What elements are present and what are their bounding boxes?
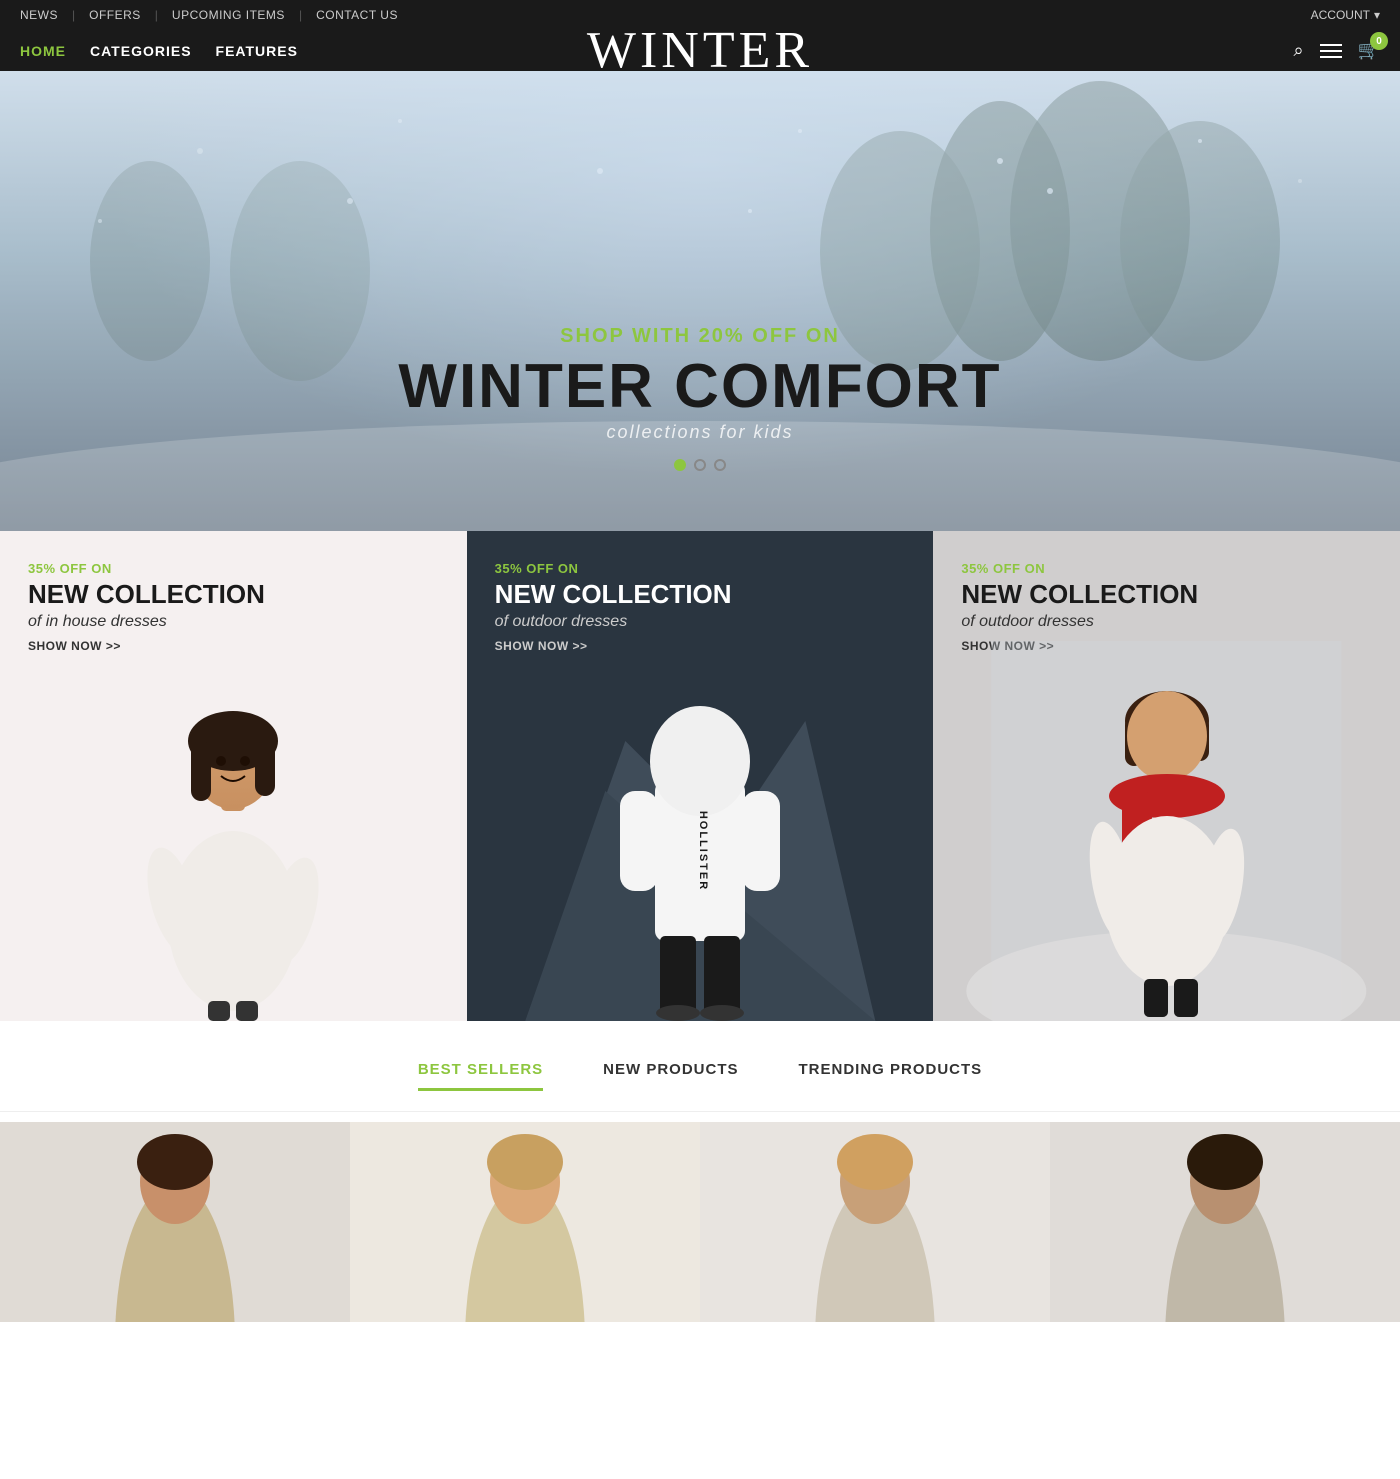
divider-2: | xyxy=(153,8,160,22)
product-item-2[interactable] xyxy=(350,1122,700,1322)
product-grid xyxy=(0,1112,1400,1332)
hero-banner: SHOP WITH 20% OFF ON WINTER COMFORT coll… xyxy=(0,71,1400,531)
nav-categories[interactable]: CATEGORIES xyxy=(90,43,192,59)
promo-subtitle-2: of outdoor dresses xyxy=(495,613,906,631)
promo-subtitle-1: of in house dresses xyxy=(28,613,439,631)
hamburger-line-1 xyxy=(1320,44,1342,46)
hero-dots xyxy=(398,459,1001,471)
hero-content: SHOP WITH 20% OFF ON WINTER COMFORT coll… xyxy=(398,325,1001,471)
hero-dot-3[interactable] xyxy=(714,459,726,471)
product-img-2 xyxy=(350,1122,700,1322)
promo-card-2: 35% OFF ON NEW COLLECTION of outdoor dre… xyxy=(467,531,934,1021)
promo-section: 35% OFF ON NEW COLLECTION of in house dr… xyxy=(0,531,1400,1021)
account-menu[interactable]: ACCOUNT ▾ xyxy=(1311,8,1380,22)
nav-upcoming[interactable]: UPCOMING ITEMS xyxy=(160,8,297,22)
promo-title-2: NEW COLLECTION xyxy=(495,580,906,609)
promo-tag-1: 35% OFF ON xyxy=(28,561,439,576)
product-item-3[interactable] xyxy=(700,1122,1050,1322)
product-img-1 xyxy=(0,1122,350,1322)
product-img-4 xyxy=(1050,1122,1400,1322)
promo-link-1[interactable]: SHOW NOW >> xyxy=(28,639,439,653)
header: HOME CATEGORIES FEATURES WINTER ⌕ 🛒 0 xyxy=(0,30,1400,71)
header-actions: ⌕ 🛒 0 xyxy=(1293,40,1380,61)
tab-new-products[interactable]: NEW PRODUCTS xyxy=(603,1061,738,1091)
main-nav: HOME CATEGORIES FEATURES xyxy=(20,43,298,59)
promo-image-1 xyxy=(113,661,353,1021)
cart-button[interactable]: 🛒 0 xyxy=(1358,40,1380,61)
chevron-down-icon: ▾ xyxy=(1374,8,1380,22)
menu-button[interactable] xyxy=(1320,44,1342,58)
promo-image-3 xyxy=(1062,661,1272,1021)
tab-best-sellers[interactable]: BEST SELLERS xyxy=(418,1061,543,1091)
hero-description: collections for kids xyxy=(398,422,1001,443)
search-icon: ⌕ xyxy=(1293,40,1303,60)
promo-image-2: HOLLISTER xyxy=(600,651,800,1021)
search-button[interactable]: ⌕ xyxy=(1293,40,1303,61)
promo-tag-3: 35% OFF ON xyxy=(961,561,1372,576)
top-bar-nav: NEWS | OFFERS | UPCOMING ITEMS | CONTACT… xyxy=(20,8,410,22)
cart-badge: 0 xyxy=(1370,32,1388,50)
nav-features[interactable]: FEATURES xyxy=(216,43,298,59)
nav-news[interactable]: NEWS xyxy=(20,8,70,22)
hero-dot-2[interactable] xyxy=(694,459,706,471)
hero-subtitle: SHOP WITH 20% OFF ON xyxy=(398,325,1001,348)
promo-title-3: NEW COLLECTION xyxy=(961,580,1372,609)
nav-home[interactable]: HOME xyxy=(20,43,66,59)
hero-dot-1[interactable] xyxy=(674,459,686,471)
product-tabs: BEST SELLERS NEW PRODUCTS TRENDING PRODU… xyxy=(0,1021,1400,1112)
tab-trending[interactable]: TRENDING PRODUCTS xyxy=(799,1061,983,1091)
hamburger-line-3 xyxy=(1320,56,1342,58)
product-img-3 xyxy=(700,1122,1050,1322)
nav-offers[interactable]: OFFERS xyxy=(77,8,153,22)
divider-3: | xyxy=(297,8,304,22)
product-item-4[interactable] xyxy=(1050,1122,1400,1322)
product-item-1[interactable] xyxy=(0,1122,350,1322)
promo-tag-2: 35% OFF ON xyxy=(495,561,906,576)
nav-contact[interactable]: CONTACT US xyxy=(304,8,410,22)
promo-title-1: NEW COLLECTION xyxy=(28,580,439,609)
hero-title: WINTER COMFORT xyxy=(398,356,1001,418)
divider-1: | xyxy=(70,8,77,22)
promo-card-1: 35% OFF ON NEW COLLECTION of in house dr… xyxy=(0,531,467,1021)
svg-text:HOLLISTER: HOLLISTER xyxy=(697,811,709,891)
promo-card-3: 35% OFF ON NEW COLLECTION of outdoor dre… xyxy=(933,531,1400,1021)
promo-subtitle-3: of outdoor dresses xyxy=(961,613,1372,631)
hamburger-line-2 xyxy=(1320,50,1342,52)
